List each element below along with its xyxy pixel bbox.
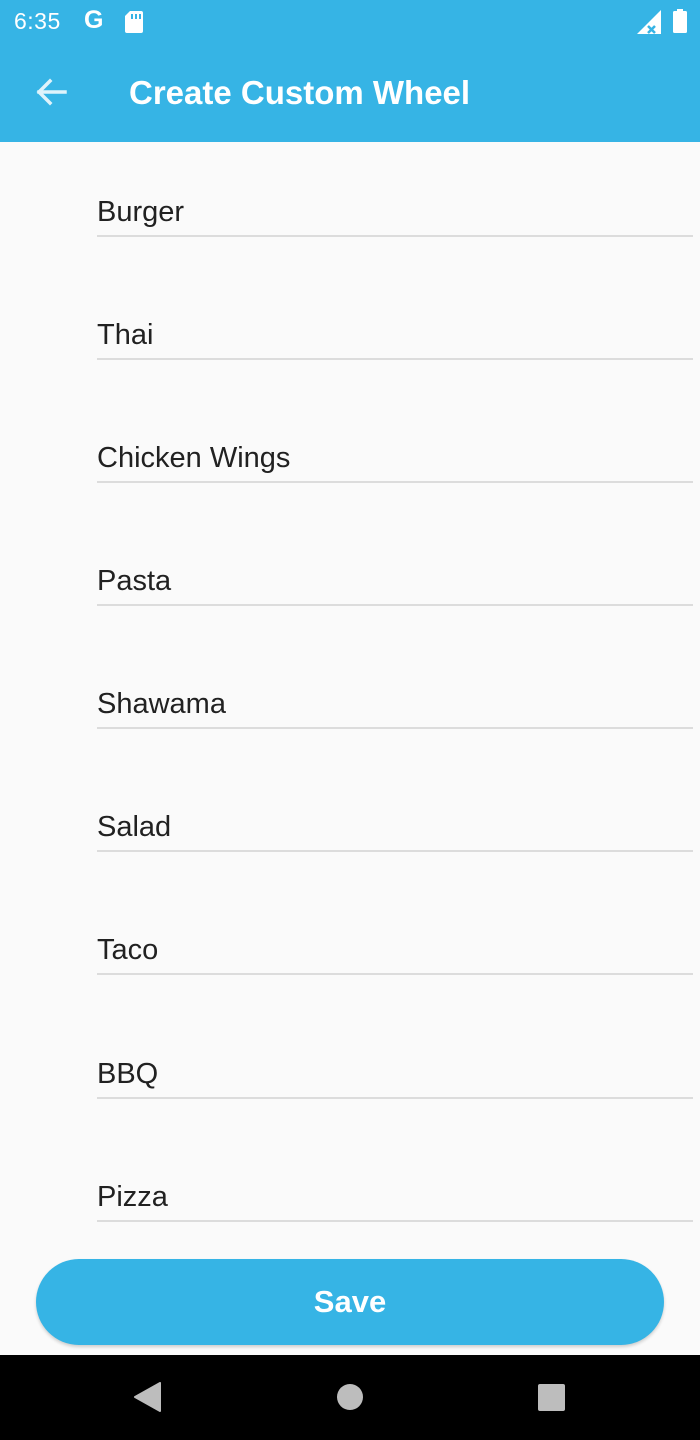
- google-icon: G: [84, 6, 104, 34]
- item-field[interactable]: [97, 558, 693, 606]
- nav-recent-apps-icon[interactable]: [538, 1384, 565, 1416]
- item-field[interactable]: [97, 435, 693, 483]
- item-field[interactable]: [97, 312, 693, 360]
- page-title: Create Custom Wheel: [129, 74, 471, 111]
- status-time: 6:35: [14, 8, 61, 34]
- nav-home-icon[interactable]: [337, 1384, 363, 1415]
- sd-card-icon: [125, 11, 143, 38]
- status-bar: 6:35 G: [0, 0, 700, 44]
- item-field[interactable]: [97, 1051, 693, 1099]
- nav-back-icon[interactable]: [133, 1382, 161, 1417]
- item-field[interactable]: [97, 189, 693, 237]
- item-field[interactable]: [97, 927, 693, 975]
- item-field[interactable]: [97, 1174, 693, 1222]
- app-bar: Create Custom Wheel: [0, 44, 700, 142]
- item-field[interactable]: [97, 804, 693, 852]
- navigation-bar: [0, 1355, 700, 1440]
- arrow-back-icon: [36, 78, 67, 106]
- signal-icon: [637, 10, 661, 39]
- battery-icon: [673, 9, 687, 38]
- back-button[interactable]: [26, 67, 76, 117]
- save-button[interactable]: Save: [36, 1259, 664, 1345]
- item-field[interactable]: [97, 681, 693, 729]
